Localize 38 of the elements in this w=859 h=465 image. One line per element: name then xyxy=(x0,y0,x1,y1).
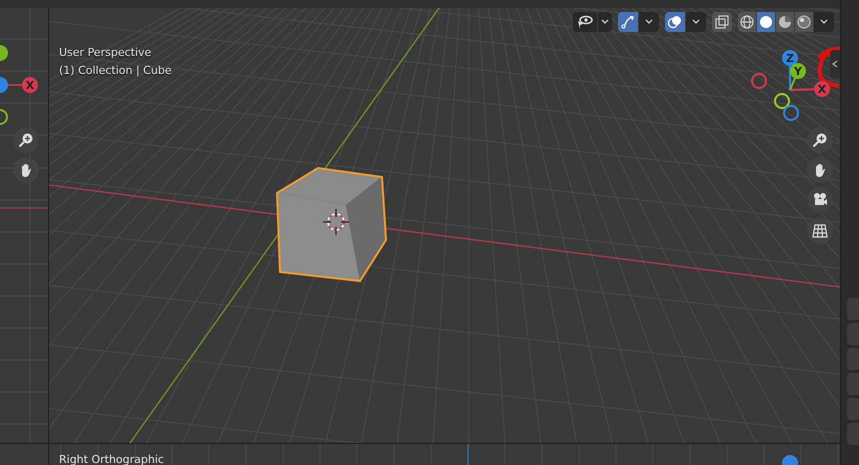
negative-y-axis-ball[interactable] xyxy=(774,93,790,109)
grid-plane-icon xyxy=(812,224,828,238)
rendered-sphere-icon xyxy=(797,15,811,29)
caret-icon xyxy=(820,19,828,25)
shading-mode-button[interactable] xyxy=(795,12,813,32)
shading-mode-button[interactable] xyxy=(776,12,794,32)
sidebar-toggle-tab[interactable] xyxy=(830,50,840,78)
view-name: Right Orthographic xyxy=(59,453,164,465)
zoom-in-icon xyxy=(18,132,34,148)
side-viewport-bottom xyxy=(0,444,48,465)
solid-sphere-icon xyxy=(759,15,773,29)
object-info: (1) Collection | Cube xyxy=(59,63,172,79)
view-name: User Perspective xyxy=(59,45,152,61)
eye-icon xyxy=(577,15,593,29)
caret-icon xyxy=(645,19,653,25)
overlapping-circles-icon xyxy=(668,15,682,29)
3d-cursor-icon xyxy=(322,208,350,236)
negative-x-axis-ball[interactable] xyxy=(751,73,767,89)
gizmo-dropdown[interactable] xyxy=(639,12,659,32)
material-sphere-icon xyxy=(778,15,792,29)
visibility-dropdown[interactable] xyxy=(598,12,612,32)
chevron-left-icon xyxy=(832,60,838,68)
overlapping-squares-icon xyxy=(715,15,729,29)
gizmo-toggle[interactable] xyxy=(618,12,638,32)
camera-icon xyxy=(812,192,828,208)
overlays-dropdown[interactable] xyxy=(686,12,706,32)
object-visibility-button[interactable] xyxy=(573,12,597,32)
zoom-in-icon xyxy=(812,132,828,148)
arc-arrow-icon xyxy=(621,15,635,29)
shading-mode-button[interactable] xyxy=(757,12,775,32)
wireframe-sphere-icon xyxy=(740,15,754,29)
shading-mode-button[interactable] xyxy=(738,12,756,32)
shading-dropdown[interactable] xyxy=(814,12,834,32)
overlays-toggle[interactable] xyxy=(665,12,685,32)
caret-icon xyxy=(692,19,700,25)
xray-toggle[interactable] xyxy=(712,12,732,32)
caret-icon xyxy=(601,19,609,25)
negative-z-axis-ball[interactable] xyxy=(783,105,799,121)
